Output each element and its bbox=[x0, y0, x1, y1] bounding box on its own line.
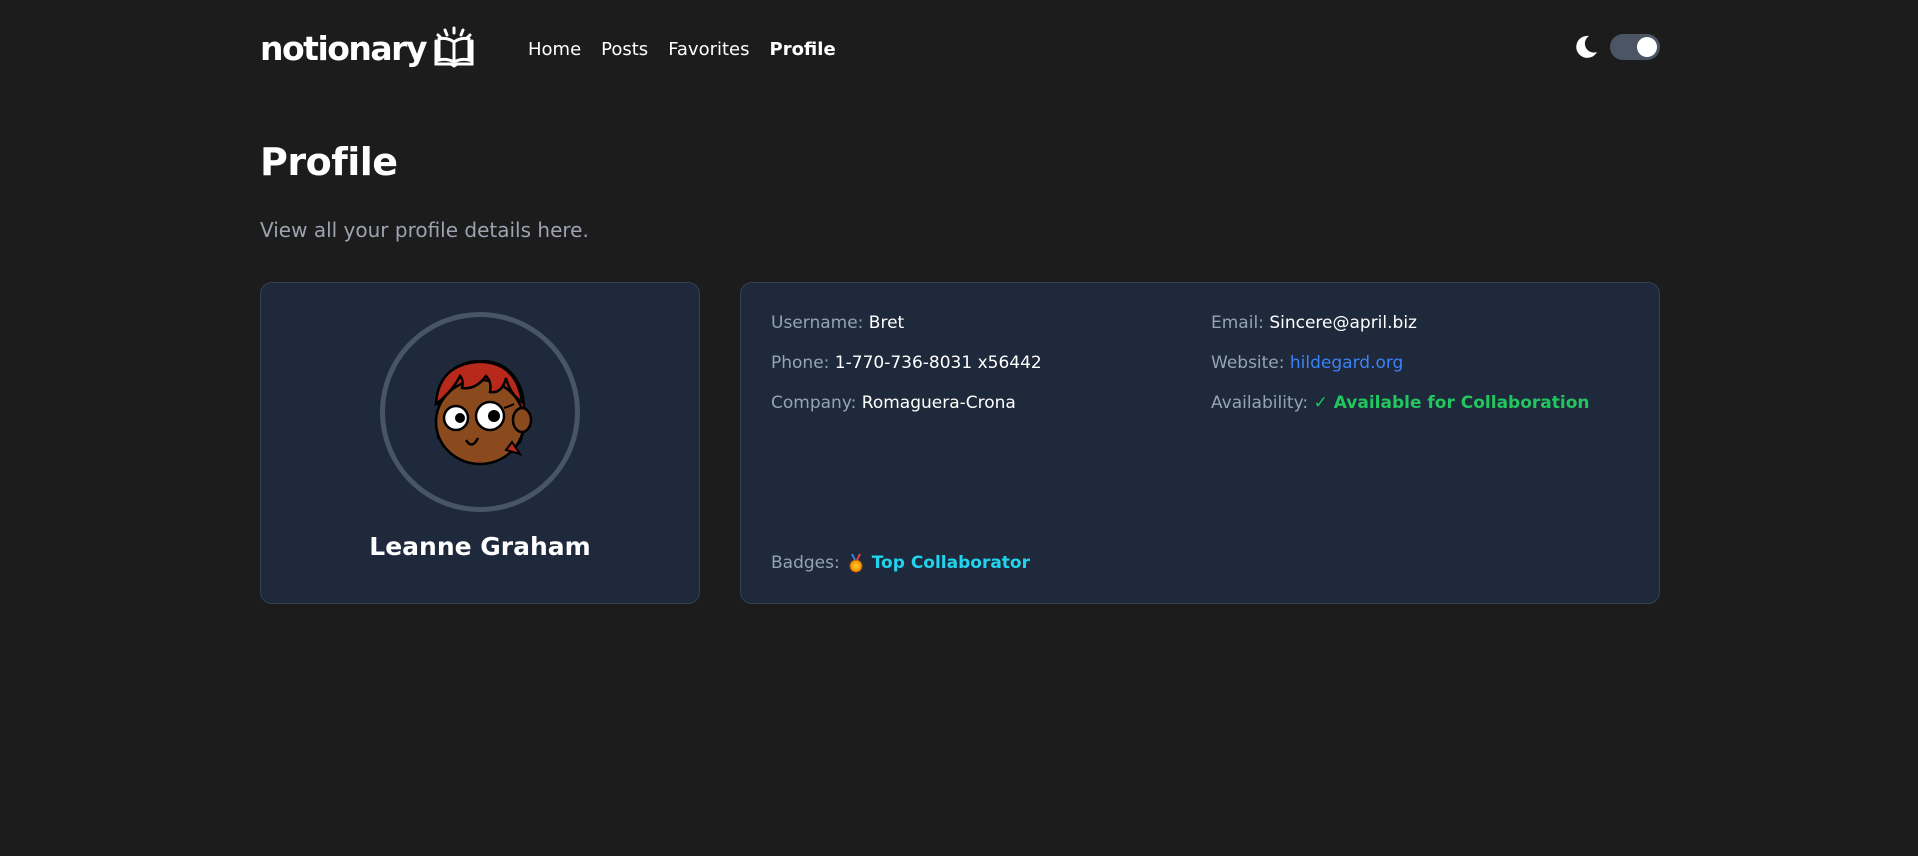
company-value: Romaguera-Crona bbox=[861, 393, 1016, 413]
website-link[interactable]: hildegard.org bbox=[1290, 353, 1403, 373]
phone-value: 1-770-736-8031 x56442 bbox=[834, 353, 1042, 373]
nav-posts[interactable]: Posts bbox=[601, 39, 648, 60]
page-wrapper: notionary Home Posts Favorites Profile P… bbox=[260, 0, 1660, 604]
profile-name: Leanne Graham bbox=[369, 532, 591, 561]
avatar bbox=[380, 312, 580, 512]
top-navbar: notionary Home Posts Favorites Profile bbox=[260, 0, 1660, 96]
website-row: Website: hildegard.org bbox=[1211, 353, 1611, 373]
phone-label: Phone: bbox=[771, 353, 830, 373]
page-title: Profile bbox=[260, 140, 398, 184]
email-label: Email: bbox=[1211, 313, 1264, 333]
availability-row: Availability: ✓ Available for Collaborat… bbox=[1211, 393, 1611, 413]
theme-switcher bbox=[1572, 33, 1660, 61]
company-label: Company: bbox=[771, 393, 857, 413]
profile-section: Leanne Graham Username: Bret Email: Sinc… bbox=[260, 282, 1660, 604]
availability-label: Availability: bbox=[1211, 393, 1309, 413]
email-row: Email: Sincere@april.biz bbox=[1211, 313, 1611, 333]
toggle-knob bbox=[1637, 37, 1657, 57]
website-label: Website: bbox=[1211, 353, 1285, 373]
nav-home[interactable]: Home bbox=[528, 39, 581, 60]
theme-toggle[interactable] bbox=[1610, 34, 1660, 60]
username-row: Username: Bret bbox=[771, 313, 1211, 333]
email-value: Sincere@april.biz bbox=[1269, 313, 1417, 333]
availability-status: ✓ Available for Collaboration bbox=[1313, 393, 1590, 413]
profile-details-card: Username: Bret Email: Sincere@april.biz … bbox=[740, 282, 1660, 604]
moon-icon bbox=[1576, 35, 1597, 58]
medal-icon bbox=[849, 554, 863, 573]
badges-row: Badges: Top Collaborator bbox=[771, 553, 1030, 573]
logo[interactable]: notionary bbox=[260, 26, 476, 70]
profile-details-grid: Username: Bret Email: Sincere@april.biz … bbox=[771, 313, 1629, 413]
main-nav: Home Posts Favorites Profile bbox=[528, 39, 836, 60]
nav-profile[interactable]: Profile bbox=[770, 39, 836, 60]
company-row: Company: Romaguera-Crona bbox=[771, 393, 1211, 413]
open-book-icon bbox=[434, 26, 474, 68]
cartoon-avatar-icon bbox=[434, 359, 533, 466]
badge-top-collaborator: Top Collaborator bbox=[871, 553, 1030, 573]
nav-favorites[interactable]: Favorites bbox=[668, 39, 749, 60]
logo-text: notionary bbox=[260, 28, 427, 68]
username-label: Username: bbox=[771, 313, 864, 333]
badges-label: Badges: bbox=[771, 553, 840, 573]
username-value: Bret bbox=[868, 313, 905, 333]
phone-row: Phone: 1-770-736-8031 x56442 bbox=[771, 353, 1211, 373]
page-subtitle: View all your profile details here. bbox=[260, 218, 589, 242]
profile-summary-card: Leanne Graham bbox=[260, 282, 700, 604]
